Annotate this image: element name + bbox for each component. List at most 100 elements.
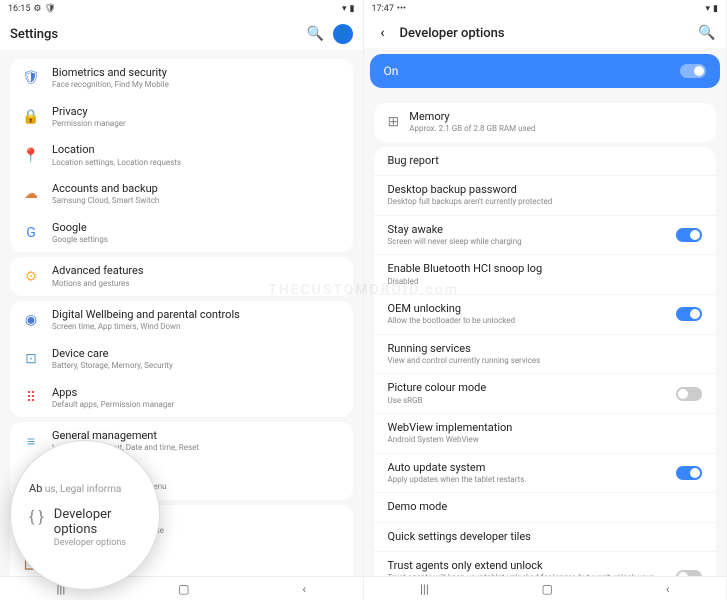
dev-row[interactable]: Running servicesView and control current…: [374, 335, 717, 375]
dev-row[interactable]: OEM unlockingAllow the bootloader to be …: [374, 295, 717, 335]
row-sub: Samsung Cloud, Smart Switch: [52, 196, 343, 206]
settings-row[interactable]: ☁ Accounts and backupSamsung Cloud, Smart…: [10, 175, 353, 214]
gear-icon: ⚙: [33, 4, 41, 14]
row-title: Google: [52, 221, 343, 235]
settings-card: 🛡 Biometrics and securityFace recognition…: [10, 59, 353, 252]
dev-row-sub: Allow the bootloader to be unlocked: [388, 316, 667, 326]
row-sub: Google settings: [52, 235, 343, 245]
memory-row[interactable]: ⊞MemoryApprox. 2.1 GB of 2.8 GB RAM used: [374, 103, 717, 142]
memory-icon: ⊞: [388, 114, 400, 130]
row-icon: 📍: [20, 145, 42, 167]
row-icon: ☁: [20, 183, 42, 205]
settings-row[interactable]: 🔒PrivacyPermission manager: [10, 98, 353, 137]
row-icon: G: [20, 222, 42, 244]
row-title: Biometrics and security: [52, 66, 343, 80]
row-icon: ⊡: [20, 348, 42, 370]
dev-header: ‹ Developer options 🔍: [364, 18, 727, 48]
dev-row-sub: Desktop full backups aren't currently pr…: [388, 197, 703, 207]
dev-row-sub: View and control currently running servi…: [388, 356, 703, 366]
toggle-switch[interactable]: [676, 387, 702, 401]
dev-main-card: Bug report Desktop backup passwordDesktop…: [374, 147, 717, 576]
row-texts: AppsDefault apps, Permission manager: [52, 386, 343, 411]
wifi-icon: ▾: [706, 4, 711, 14]
status-time: 17:47: [372, 4, 394, 14]
toggle-switch[interactable]: [676, 466, 702, 480]
dev-row-title: Bug report: [388, 154, 703, 168]
toggle-switch[interactable]: [676, 228, 702, 242]
row-sub: Screen time, App timers, Wind Down: [52, 322, 343, 332]
nav-home[interactable]: ▢: [542, 582, 553, 596]
profile-avatar[interactable]: 👤: [333, 24, 353, 44]
dev-row-sub: Android System WebView: [388, 435, 703, 445]
dev-row[interactable]: Demo mode: [374, 493, 717, 522]
dev-row-sub: Disabled: [388, 277, 703, 287]
page-title: Developer options: [400, 26, 691, 41]
dev-row-title: OEM unlocking: [388, 302, 667, 316]
dev-row-sub: Apply updates when the tablet restarts.: [388, 475, 667, 485]
row-sub: Battery, Storage, Memory, Security: [52, 361, 343, 371]
dev-row[interactable]: Picture colour modeUse sRGB: [374, 374, 717, 414]
row-icon: ⚙: [20, 266, 42, 288]
row-sub: Motions and gestures: [52, 279, 343, 289]
dev-row-title: Picture colour mode: [388, 381, 667, 395]
dev-row-title: Stay awake: [388, 223, 667, 237]
dev-row-title: Running services: [388, 342, 703, 356]
settings-row[interactable]: ⚙ Advanced featuresMotions and gestures: [10, 257, 353, 296]
toggle-switch[interactable]: [676, 570, 702, 576]
settings-row[interactable]: G GoogleGoogle settings: [10, 214, 353, 253]
nav-back[interactable]: ‹: [666, 582, 670, 596]
master-toggle-label: On: [384, 64, 399, 78]
wifi-icon: ▾: [342, 4, 347, 14]
settings-header: Settings 🔍 👤: [0, 18, 363, 50]
search-icon[interactable]: 🔍: [698, 24, 716, 42]
battery-icon: ▮: [713, 4, 718, 14]
dev-row[interactable]: Enable Bluetooth HCI snoop logDisabled: [374, 255, 717, 295]
dev-row-title: Quick settings developer tiles: [388, 530, 703, 544]
row-icon: ≡: [20, 431, 42, 453]
row-texts: Accounts and backupSamsung Cloud, Smart …: [52, 182, 343, 207]
row-icon: ◉: [20, 309, 42, 331]
row-sub: Permission manager: [52, 119, 343, 129]
dev-row[interactable]: Stay awakeScreen will never sleep while …: [374, 216, 717, 256]
settings-row[interactable]: ◉Digital Wellbeing and parental controls…: [10, 301, 353, 340]
row-sub: Location settings, Location requests: [52, 158, 343, 168]
magnifier-partial-text: Ab us, Legal informa: [29, 482, 141, 495]
developer-options-panel: 17:47 ••• ▾ ▮ ‹ Developer options 🔍 On ⊞…: [364, 0, 727, 600]
settings-card: ⚙ Advanced featuresMotions and gestures: [10, 257, 353, 296]
dev-row[interactable]: Trust agents only extend unlockTrust age…: [374, 552, 717, 576]
back-icon[interactable]: ‹: [374, 24, 392, 42]
settings-row[interactable]: 🛡 Biometrics and securityFace recognition…: [10, 59, 353, 98]
dev-row-title: Demo mode: [388, 500, 703, 514]
dev-row-title: Enable Bluetooth HCI snoop log: [388, 262, 703, 276]
dev-row-sub: Use sRGB: [388, 396, 667, 406]
dev-options-list[interactable]: ⊞MemoryApprox. 2.1 GB of 2.8 GB RAM used…: [364, 94, 727, 576]
dev-row[interactable]: Auto update systemApply updates when the…: [374, 454, 717, 494]
magnifier-lens: Ab us, Legal informa { } Developer optio…: [10, 440, 160, 590]
memory-sub: Approx. 2.1 GB of 2.8 GB RAM used: [409, 124, 702, 134]
search-icon[interactable]: 🔍: [307, 25, 325, 43]
toggle-switch[interactable]: [676, 307, 702, 321]
dev-row[interactable]: Quick settings developer tiles: [374, 523, 717, 552]
master-toggle-switch[interactable]: [680, 64, 706, 78]
row-texts: GoogleGoogle settings: [52, 221, 343, 246]
settings-row[interactable]: ⠿ AppsDefault apps, Permission manager: [10, 379, 353, 418]
status-bar: 17:47 ••• ▾ ▮: [364, 0, 727, 18]
settings-row[interactable]: ⊡Device careBattery, Storage, Memory, Se…: [10, 340, 353, 379]
row-texts: Biometrics and securityFace recognition,…: [52, 66, 343, 91]
row-texts: Advanced featuresMotions and gestures: [52, 264, 343, 289]
master-toggle[interactable]: On: [370, 54, 721, 88]
nav-back[interactable]: ‹: [302, 582, 306, 596]
shield-icon: 🛡: [45, 4, 56, 14]
dev-row[interactable]: Desktop backup passwordDesktop full back…: [374, 176, 717, 216]
row-icon: ⠿: [20, 387, 42, 409]
dev-row[interactable]: Bug report: [374, 147, 717, 176]
nav-recents[interactable]: |||: [420, 582, 429, 596]
magnifier-sub: Developer options: [54, 538, 141, 548]
row-icon: 🛡: [20, 67, 42, 89]
magnifier-title: Developer options: [54, 507, 141, 537]
row-title: Accounts and backup: [52, 182, 343, 196]
settings-row[interactable]: 📍LocationLocation settings, Location req…: [10, 136, 353, 175]
dev-row-title: WebView implementation: [388, 421, 703, 435]
dev-row[interactable]: WebView implementationAndroid System Web…: [374, 414, 717, 454]
nav-home[interactable]: ▢: [178, 582, 189, 596]
